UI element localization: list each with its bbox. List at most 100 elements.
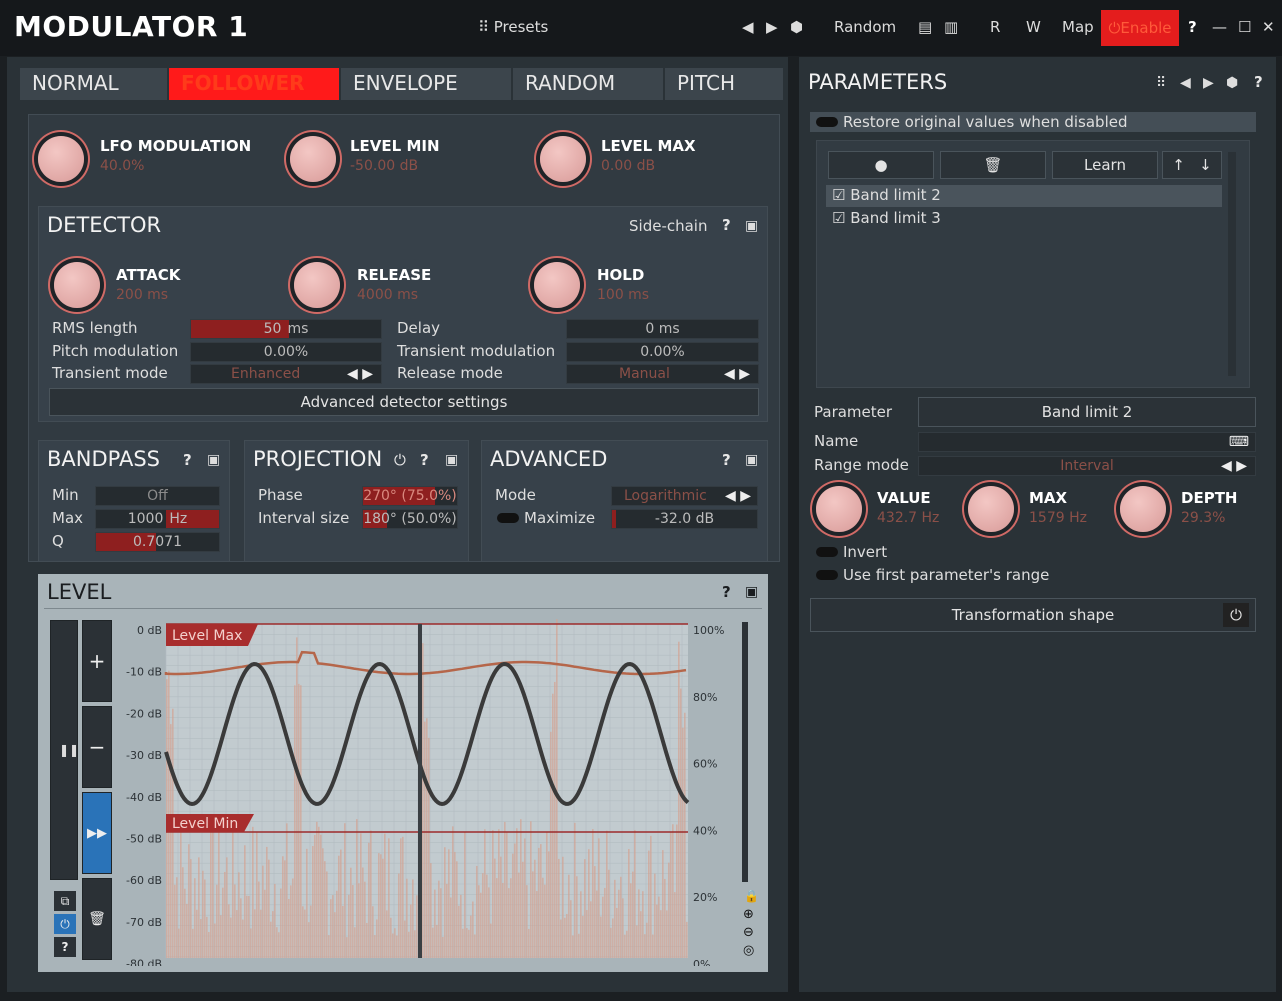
power-icon[interactable]: ⏻ <box>54 914 76 934</box>
max-field[interactable]: 1000 Hz <box>95 509 220 529</box>
presets-button[interactable]: ⠿ Presets <box>478 18 548 36</box>
menu-icon[interactable]: ▣ <box>745 584 758 600</box>
parameter-select[interactable]: Band limit 2 <box>918 397 1256 427</box>
power-icon[interactable]: ⏻ <box>1223 603 1249 627</box>
pause-button[interactable]: ❚❚ <box>50 620 79 880</box>
move-buttons[interactable]: ↑ ↓ <box>1162 151 1222 179</box>
menu-icon[interactable]: ▣ <box>745 452 758 468</box>
prev-next-arrows-icon[interactable]: ◀ ▶ <box>724 366 750 382</box>
sidechain-button[interactable]: Side-chain <box>629 217 707 235</box>
next-preset-button[interactable]: ▶ <box>766 18 778 36</box>
tab-pitch[interactable]: PITCH <box>665 68 783 100</box>
release-mode-select[interactable]: Manual ◀ ▶ <box>566 364 759 384</box>
random-button[interactable]: Random <box>834 18 896 36</box>
level-bar <box>404 920 406 958</box>
level-bar <box>572 935 574 958</box>
maximize-toggle[interactable] <box>497 513 519 523</box>
zoom-in-icon[interactable]: ⊕ <box>743 907 754 922</box>
mode-select[interactable]: Logarithmic ◀ ▶ <box>611 486 758 506</box>
transformation-shape-button[interactable]: Transformation shape ⏻ <box>810 598 1256 632</box>
zoom-out-button[interactable]: − <box>82 706 112 788</box>
knob-label: LEVEL MIN <box>350 137 440 155</box>
value-knob[interactable] <box>816 486 862 532</box>
learn-button[interactable]: Learn <box>1052 151 1158 179</box>
maximize-field[interactable]: -32.0 dB <box>611 509 758 529</box>
trash-icon[interactable]: 🗑 <box>82 878 112 960</box>
help-icon[interactable]: ? <box>54 937 76 957</box>
map-button[interactable]: Map <box>1062 18 1094 36</box>
list-item[interactable]: ☑ Band limit 2 <box>832 186 941 204</box>
scrollbar[interactable] <box>742 622 748 882</box>
max-knob[interactable] <box>968 486 1014 532</box>
name-field[interactable]: ⌨ <box>918 432 1256 452</box>
close-icon[interactable]: ✕ <box>1262 18 1275 36</box>
tab-follower[interactable]: FOLLOWER <box>169 68 339 100</box>
lfo-modulation-knob[interactable] <box>38 136 84 182</box>
help-icon[interactable]: ? <box>1188 18 1197 36</box>
grid-icon[interactable]: ⠿ <box>1156 75 1166 91</box>
rms-length-field[interactable]: 50 ms <box>190 319 382 339</box>
list-scrollbar[interactable] <box>1228 152 1236 376</box>
r-button[interactable]: R <box>990 18 1000 36</box>
tab-envelope[interactable]: ENVELOPE <box>341 68 511 100</box>
transient-modulation-field[interactable]: 0.00% <box>566 342 759 362</box>
level-min-knob[interactable] <box>290 136 336 182</box>
interval-size-field[interactable]: 180° (50.0%) <box>362 509 458 529</box>
range-mode-select[interactable]: Interval ◀ ▶ <box>918 456 1256 476</box>
prev-icon[interactable]: ◀ <box>1180 75 1191 91</box>
minimize-icon[interactable]: — <box>1212 18 1227 36</box>
next-icon[interactable]: ▶ <box>1203 75 1214 91</box>
keyboard-icon[interactable]: ⌨ <box>1229 434 1249 450</box>
menu-icon[interactable]: ▣ <box>745 218 758 234</box>
advanced-detector-settings-button[interactable]: Advanced detector settings <box>49 388 759 416</box>
help-icon[interactable]: ? <box>1254 73 1263 91</box>
enable-button[interactable]: ⏻ Enable <box>1101 10 1179 46</box>
fast-forward-button[interactable]: ▶▶ <box>82 792 112 874</box>
popout-icon[interactable]: ⧉ <box>54 891 76 911</box>
zoom-out-icon[interactable]: ⊖ <box>743 925 754 940</box>
help-icon[interactable]: ? <box>183 451 192 469</box>
maximize-icon[interactable]: ☐ <box>1238 18 1251 36</box>
restore-toggle[interactable] <box>816 117 838 127</box>
add-button[interactable]: ● <box>828 151 934 179</box>
copy-icon[interactable]: ▤ <box>918 18 932 36</box>
lock-icon[interactable]: 🔒 <box>744 889 759 903</box>
use-first-range-toggle[interactable] <box>816 570 838 580</box>
depth-knob[interactable] <box>1120 486 1166 532</box>
attack-knob[interactable] <box>54 262 100 308</box>
prev-next-arrows-icon[interactable]: ◀ ▶ <box>347 366 373 382</box>
min-field[interactable]: Off <box>95 486 220 506</box>
help-icon[interactable]: ? <box>722 451 731 469</box>
paste-icon[interactable]: ▥ <box>944 18 958 36</box>
arrow-down-icon[interactable]: ↓ <box>1199 156 1212 174</box>
tab-random[interactable]: RANDOM <box>513 68 663 100</box>
menu-icon[interactable]: ▣ <box>207 452 220 468</box>
delay-field[interactable]: 0 ms <box>566 319 759 339</box>
delete-button[interactable]: 🗑 <box>940 151 1046 179</box>
arrow-up-icon[interactable]: ↑ <box>1172 156 1185 174</box>
prev-next-arrows-icon[interactable]: ◀ ▶ <box>725 488 751 504</box>
level-bar <box>432 927 434 958</box>
tab-normal[interactable]: NORMAL <box>20 68 167 100</box>
help-icon[interactable]: ? <box>420 451 429 469</box>
pitch-modulation-field[interactable]: 0.00% <box>190 342 382 362</box>
prev-preset-button[interactable]: ◀ <box>742 18 754 36</box>
dice-icon[interactable]: ⬢ <box>1226 75 1238 91</box>
help-icon[interactable]: ? <box>722 583 731 601</box>
w-button[interactable]: W <box>1026 18 1041 36</box>
zoom-in-button[interactable]: + <box>82 620 112 702</box>
prev-next-arrows-icon[interactable]: ◀ ▶ <box>1221 458 1247 474</box>
random-dice-icon[interactable]: ⬢ <box>790 18 803 36</box>
q-field[interactable]: 0.7071 <box>95 532 220 552</box>
list-item[interactable]: ☑ Band limit 3 <box>832 209 941 227</box>
help-icon[interactable]: ? <box>722 216 731 234</box>
release-knob[interactable] <box>294 262 340 308</box>
power-icon[interactable]: ⏻ <box>394 451 406 469</box>
hold-knob[interactable] <box>534 262 580 308</box>
level-max-knob[interactable] <box>540 136 586 182</box>
menu-icon[interactable]: ▣ <box>445 452 458 468</box>
transient-mode-select[interactable]: Enhanced ◀ ▶ <box>190 364 382 384</box>
zoom-fit-icon[interactable]: ◎ <box>743 943 754 958</box>
phase-field[interactable]: 270° (75.0%) <box>362 486 458 506</box>
invert-toggle[interactable] <box>816 547 838 557</box>
